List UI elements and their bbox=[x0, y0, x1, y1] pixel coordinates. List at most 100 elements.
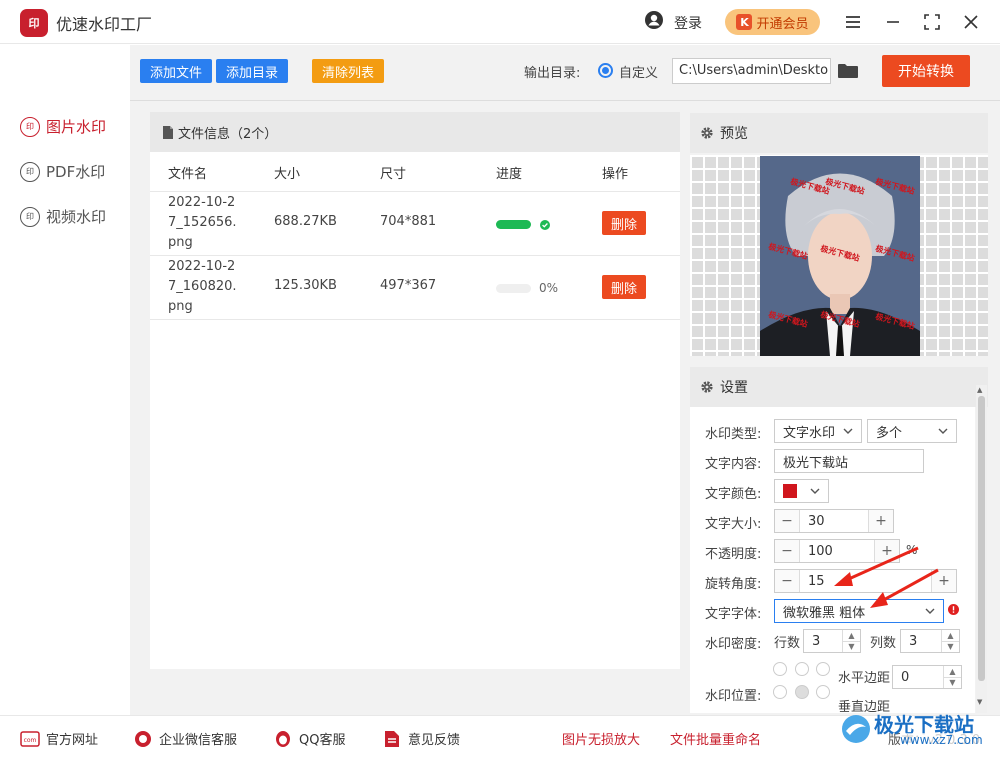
settings-header: 设置 bbox=[690, 367, 988, 407]
spin-up-icon[interactable]: ▲ bbox=[942, 630, 959, 642]
text-size-label: 文字大小: bbox=[705, 517, 762, 532]
vip-button[interactable]: K 开通会员 bbox=[725, 9, 820, 35]
chevron-down-icon bbox=[843, 428, 853, 434]
column-header-progress: 进度 bbox=[496, 167, 523, 182]
position-dot-selected[interactable] bbox=[795, 685, 809, 699]
text-content-input[interactable]: 极光下载站 bbox=[774, 449, 924, 473]
delete-button[interactable]: 删除 bbox=[602, 211, 646, 235]
sidebar-item-label: 图片水印 bbox=[46, 118, 107, 136]
minimize-icon[interactable] bbox=[881, 10, 905, 34]
settings-title: 设置 bbox=[720, 380, 748, 396]
text-color-label: 文字颜色: bbox=[705, 487, 762, 502]
document-icon bbox=[385, 730, 399, 747]
gear-icon bbox=[701, 381, 713, 393]
rows-spinner[interactable]: 3 ▲ ▼ bbox=[803, 629, 861, 653]
table-row: 2022-10-2 7_160820. png 125.30KB 497*367… bbox=[150, 256, 680, 320]
increment-button[interactable]: + bbox=[869, 510, 893, 532]
add-file-button[interactable]: 添加文件 bbox=[140, 59, 212, 83]
user-icon[interactable] bbox=[644, 10, 664, 30]
delete-button[interactable]: 删除 bbox=[602, 275, 646, 299]
vip-label: 开通会员 bbox=[756, 16, 809, 32]
spin-up-icon[interactable]: ▲ bbox=[944, 666, 961, 678]
file-name-line: 2022-10-2 bbox=[168, 259, 236, 274]
add-directory-button[interactable]: 添加目录 bbox=[216, 59, 288, 83]
scroll-up-icon[interactable]: ▲ bbox=[977, 386, 982, 394]
scrollbar-thumb[interactable] bbox=[978, 396, 985, 681]
brand-logo-icon bbox=[842, 715, 870, 743]
decrement-button[interactable]: − bbox=[775, 540, 799, 562]
preview-title: 预览 bbox=[720, 126, 748, 142]
lossless-enlarge-link[interactable]: 图片无损放大 bbox=[562, 729, 640, 748]
text-color-picker[interactable] bbox=[774, 479, 829, 503]
spin-down-icon[interactable]: ▼ bbox=[944, 678, 961, 689]
folder-icon[interactable] bbox=[838, 63, 858, 79]
spin-up-icon[interactable]: ▲ bbox=[843, 630, 860, 642]
website-icon: com bbox=[20, 730, 40, 747]
menu-icon[interactable] bbox=[841, 10, 865, 34]
progress-fill bbox=[496, 220, 531, 229]
feedback-label: 意见反馈 bbox=[408, 733, 461, 748]
cols-spinner[interactable]: 3 ▲ ▼ bbox=[900, 629, 960, 653]
seal-icon: 印 bbox=[20, 116, 40, 137]
chevron-down-icon bbox=[938, 428, 948, 434]
file-name-line: png bbox=[168, 235, 193, 250]
sidebar-item-image-watermark[interactable]: 印图片水印 bbox=[20, 116, 106, 137]
decrement-button[interactable]: − bbox=[775, 570, 799, 592]
feedback-link[interactable]: 意见反馈 bbox=[382, 729, 460, 748]
text-size-value[interactable]: 30 bbox=[799, 510, 869, 532]
batch-rename-link[interactable]: 文件批量重命名 bbox=[670, 729, 761, 748]
decrement-button[interactable]: − bbox=[775, 510, 799, 532]
file-size-cell: 688.27KB bbox=[274, 214, 337, 229]
custom-radio-label[interactable]: 自定义 bbox=[619, 62, 658, 81]
svg-text:com: com bbox=[24, 737, 37, 744]
position-dot[interactable] bbox=[773, 662, 787, 676]
preview-image: 极光下载站 极光下载站 极光下载站 极光下载站 极光下载站 极光下载站 极光下载… bbox=[760, 156, 920, 356]
watermark-count-select[interactable]: 多个 bbox=[867, 419, 957, 443]
chevron-down-icon bbox=[810, 488, 820, 494]
watermark-type-label: 水印类型: bbox=[705, 427, 762, 442]
cols-value[interactable]: 3 bbox=[901, 630, 941, 652]
output-path-input[interactable]: C:\Users\admin\Deskto bbox=[672, 58, 831, 84]
h-margin-value[interactable]: 0 bbox=[893, 666, 943, 688]
watermark-type-select[interactable]: 文字水印 bbox=[774, 419, 862, 443]
app-title: 优速水印工厂 bbox=[56, 15, 153, 34]
column-header-action: 操作 bbox=[602, 167, 629, 182]
brand-watermark: 极光下载站 www.xz7.com bbox=[838, 703, 993, 755]
login-link[interactable]: 登录 bbox=[674, 13, 702, 33]
file-name-cell: 2022-10-2 7_152656. png bbox=[168, 193, 248, 253]
qq-service-link[interactable]: QQ客服 bbox=[273, 729, 345, 748]
close-icon[interactable] bbox=[959, 10, 983, 34]
position-dot[interactable] bbox=[773, 685, 787, 699]
maximize-icon[interactable] bbox=[920, 10, 944, 34]
h-margin-spinner[interactable]: 0 ▲ ▼ bbox=[892, 665, 962, 689]
position-dot[interactable] bbox=[795, 662, 809, 676]
opacity-label: 不透明度: bbox=[705, 547, 762, 562]
sidebar bbox=[0, 45, 130, 715]
sidebar-item-video-watermark[interactable]: 印视频水印 bbox=[20, 206, 106, 227]
color-swatch bbox=[783, 484, 797, 498]
custom-radio[interactable] bbox=[598, 63, 613, 78]
progress-bar bbox=[496, 284, 531, 293]
h-margin-label: 水平边距 bbox=[838, 671, 891, 686]
clear-list-button[interactable]: 清除列表 bbox=[312, 59, 384, 83]
wechat-service-link[interactable]: 企业微信客服 bbox=[133, 729, 237, 748]
sidebar-item-pdf-watermark[interactable]: 印 PDF水印 bbox=[20, 161, 105, 182]
rows-value[interactable]: 3 bbox=[804, 630, 842, 652]
text-size-stepper[interactable]: −30 + bbox=[774, 509, 894, 533]
column-header-dims: 尺寸 bbox=[380, 167, 407, 182]
sidebar-item-label: 视频水印 bbox=[46, 208, 107, 226]
sidebar-item-label: PDF水印 bbox=[46, 163, 106, 181]
file-name-line: 7_152656. bbox=[168, 215, 237, 230]
file-info-header: 文件信息（2个） bbox=[150, 112, 680, 152]
start-convert-button[interactable]: 开始转换 bbox=[882, 55, 970, 87]
column-header-size: 大小 bbox=[274, 167, 301, 182]
cols-label: 列数 bbox=[870, 636, 897, 651]
position-dot[interactable] bbox=[816, 662, 830, 676]
seal-icon: 印 bbox=[20, 161, 40, 182]
annotation-arrows bbox=[834, 546, 939, 608]
website-link[interactable]: com 官方网址 bbox=[20, 729, 98, 748]
text-content-label: 文字内容: bbox=[705, 457, 762, 472]
spin-down-icon[interactable]: ▼ bbox=[942, 642, 959, 653]
position-dot[interactable] bbox=[816, 685, 830, 699]
spin-down-icon[interactable]: ▼ bbox=[843, 642, 860, 653]
